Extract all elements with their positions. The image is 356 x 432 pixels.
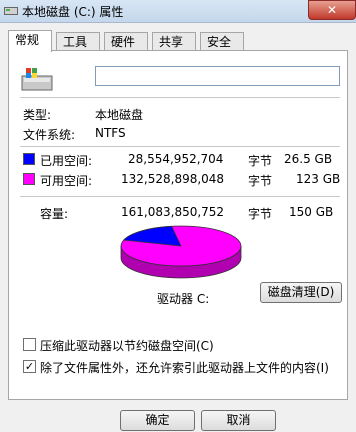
index-checkbox[interactable]: ✓ [23,360,36,373]
index-checkbox-label: 除了文件属性外，还允许索引此驱动器上文件的内容(I) [40,361,329,375]
drive-icon [4,7,18,15]
tab-hardware[interactable]: 硬件 [104,32,148,51]
window-title: 本地磁盘 (C:) 属性 [22,5,124,19]
capacity-label: 容量: [40,207,69,221]
used-space-swatch [23,153,35,165]
type-value: 本地磁盘 [95,108,144,122]
capacity-bytes: 161,083,850,752 [121,205,225,219]
close-button[interactable]: ✕ [308,0,356,20]
divider [20,146,340,147]
drive-large-icon [21,68,53,91]
title-bar: 本地磁盘 (C:) 属性 ✕ [0,0,356,23]
used-space-size: 26.5 GB [284,152,333,166]
free-space-size: 123 GB [296,172,341,186]
ok-button[interactable]: 确定 [120,410,195,431]
capacity-unit: 字节 [248,207,273,221]
free-space-label: 可用空间: [40,174,93,188]
tab-sharing[interactable]: 共享 [152,32,196,51]
filesystem-label: 文件系统: [23,128,76,142]
compress-checkbox-label: 压缩此驱动器以节约磁盘空间(C) [40,339,214,353]
volume-label-input[interactable] [95,66,340,86]
tab-security[interactable]: 安全 [200,32,244,51]
free-space-unit: 字节 [248,174,273,188]
compress-checkbox[interactable] [23,338,36,351]
capacity-size: 150 GB [289,205,334,219]
filesystem-value: NTFS [95,126,126,140]
tab-tools[interactable]: 工具 [56,32,100,51]
divider [20,196,340,197]
type-label: 类型: [23,108,52,122]
used-space-label: 已用空间: [40,154,93,168]
free-space-swatch [23,173,35,185]
free-space-bytes: 132,528,898,048 [121,172,225,186]
disk-usage-pie [120,225,242,279]
used-space-bytes: 28,554,952,704 [128,152,224,166]
used-space-unit: 字节 [248,154,273,168]
tab-general[interactable]: 常规 [8,30,52,52]
drive-label: 驱动器 C: [157,292,210,306]
cancel-button[interactable]: 取消 [201,410,276,431]
divider [20,97,340,98]
disk-cleanup-button[interactable]: 磁盘清理(D) [260,282,342,303]
